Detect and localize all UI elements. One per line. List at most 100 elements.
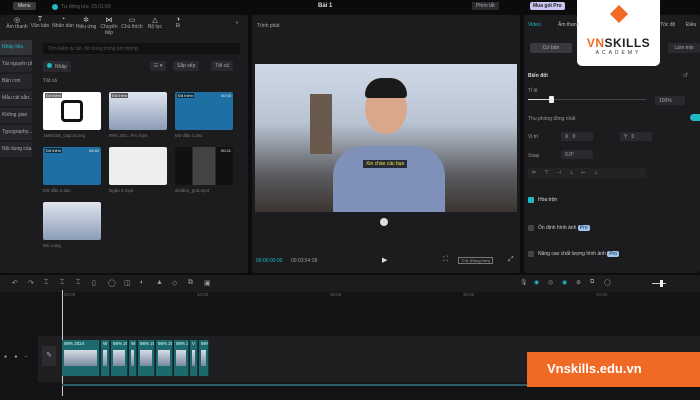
timeline-option-icon[interactable]: ◯ bbox=[604, 279, 611, 286]
video-clip[interactable]: 98% 2 bbox=[174, 340, 189, 376]
timeline-tool-icon[interactable]: ⌶ bbox=[44, 279, 48, 287]
subtab-smooth[interactable]: Làm mịn bbox=[668, 43, 700, 53]
toolbar-filter[interactable]: △ Bộ lọc bbox=[144, 16, 166, 30]
play-button[interactable]: ▶ bbox=[382, 256, 387, 264]
inspector-tab[interactable]: Âm thanh bbox=[558, 22, 579, 28]
timeline-tool-icon[interactable]: ⌶ bbox=[60, 279, 64, 287]
filter-button[interactable]: Tất cả bbox=[211, 61, 233, 71]
toolbar-text[interactable]: T Văn bản bbox=[29, 16, 51, 29]
sort-button[interactable]: Sắp xếp bbox=[173, 61, 200, 71]
toolbar-adjust[interactable]: ◑ Đi bbox=[167, 16, 189, 29]
position-y-input[interactable]: 0 bbox=[632, 134, 635, 140]
fullscreen-icon[interactable]: ⤢ bbox=[508, 256, 514, 264]
stabilize-checkbox[interactable] bbox=[528, 225, 534, 231]
media-item[interactable] bbox=[109, 147, 167, 185]
pro-button[interactable]: Mua gói Pro bbox=[530, 2, 565, 10]
toolbar-effects[interactable]: ✲ Hiệu ứng bbox=[75, 16, 97, 30]
blend-checkbox[interactable] bbox=[528, 197, 534, 203]
sidebar-item[interactable]: Mẫu cài sẵn... bbox=[0, 91, 32, 106]
timeline-tool-icon[interactable]: ◐ bbox=[140, 279, 144, 286]
timeline-option-icon[interactable]: ◎ bbox=[548, 279, 553, 286]
clip-label: 98% 202 bbox=[140, 341, 154, 346]
timeline-tool-icon[interactable]: ↷ bbox=[28, 279, 34, 287]
timeline-option-icon[interactable]: ◉ bbox=[534, 279, 539, 286]
scale-slider-handle[interactable] bbox=[549, 96, 554, 103]
align-buttons[interactable]: ⊫⊤⊣⊥⊢⊥ bbox=[528, 168, 646, 178]
timeline-tool-icon[interactable]: ⧉ bbox=[188, 279, 193, 287]
timeline-tool-icon[interactable]: ◫ bbox=[124, 279, 131, 287]
toolbar-label: Bộ lọc bbox=[148, 24, 162, 30]
toolbar-transition[interactable]: ⋈ Chuyển tiếp bbox=[98, 16, 120, 36]
timeline-tool-icon[interactable]: ◇ bbox=[172, 279, 177, 287]
video-clip[interactable]: 98% bbox=[199, 340, 209, 376]
added-tag: Đã thêm bbox=[177, 93, 195, 98]
toolbar-sticker[interactable]: ◔ Nhãn dán bbox=[52, 16, 74, 29]
media-item[interactable] bbox=[43, 202, 101, 240]
track-controls[interactable]: ● ● – bbox=[4, 354, 31, 360]
timeline-tool-icon[interactable]: ▯ bbox=[92, 279, 96, 287]
toolbar-caption[interactable]: ▭ Chú thích bbox=[121, 16, 143, 30]
enhance-label: Nâng cao chất lượng hình ảnh Pro bbox=[538, 251, 619, 257]
timeline-tool-icon[interactable]: ⌶ bbox=[76, 279, 80, 287]
sidebar-item[interactable]: Không gian bbox=[0, 108, 32, 123]
media-item[interactable]: 00:21 bbox=[175, 147, 233, 185]
playhead-handle[interactable] bbox=[380, 218, 388, 226]
rotate-input[interactable]: 0.0° bbox=[561, 150, 593, 159]
timeline-tool-icon[interactable]: ↶ bbox=[12, 279, 18, 287]
timeline-tool-icon[interactable]: ◯ bbox=[108, 279, 116, 287]
sidebar-item[interactable]: Nội dung của... bbox=[0, 142, 32, 157]
reset-icon[interactable]: ↺ bbox=[683, 72, 688, 79]
ratio-button[interactable]: Tỉ lệ (Rộng hơn) bbox=[458, 257, 494, 264]
video-clip[interactable]: V bbox=[190, 340, 198, 376]
media-search-input[interactable]: Tìm kiếm tư ản, đồ trong trong âm thông bbox=[43, 43, 240, 54]
position-x-input[interactable]: 0 bbox=[573, 134, 576, 140]
timeline-option-icon[interactable]: 🎙 bbox=[520, 279, 528, 286]
clip-thumbnail bbox=[192, 350, 195, 366]
cover-edit-icon[interactable]: ✎ bbox=[42, 346, 56, 366]
zoom-slider-handle[interactable] bbox=[660, 280, 663, 287]
import-button[interactable]: Nhập bbox=[43, 61, 71, 72]
scale-input[interactable]: 100% bbox=[655, 96, 685, 105]
video-clip[interactable]: 98% 2024 bbox=[156, 340, 173, 376]
media-item[interactable]: Đã thêm bbox=[109, 92, 167, 130]
rotate-label: Xoay bbox=[528, 153, 540, 159]
video-clip[interactable]: 98% 202 bbox=[138, 340, 155, 376]
sidebar-item[interactable]: Typography... bbox=[0, 125, 32, 140]
sidebar-item[interactable]: Bản con bbox=[0, 74, 32, 89]
toolbar-label: Văn bản bbox=[30, 23, 50, 29]
video-clip[interactable]: 98% 2024 bbox=[62, 340, 100, 376]
duration: 00:40 bbox=[88, 148, 99, 153]
menu-button[interactable]: Menu bbox=[13, 2, 36, 10]
video-clip[interactable]: 98% 2024 bbox=[111, 340, 128, 376]
timeline-tool-icon[interactable]: ▲ bbox=[156, 279, 163, 286]
toolbar-label: Chuyển tiếp bbox=[100, 24, 118, 36]
more-tools-icon[interactable]: » bbox=[232, 20, 242, 26]
inspector-tab[interactable]: Điều bbox=[686, 22, 696, 28]
timeline-option-icon[interactable]: ⊕ bbox=[576, 279, 581, 286]
shortcuts-button[interactable]: Phím tắt bbox=[472, 2, 499, 10]
timeline-tool-icon[interactable]: ▣ bbox=[204, 279, 211, 287]
enhance-checkbox[interactable] bbox=[528, 251, 534, 257]
toolbar-audio[interactable]: ◎ Âm thanh bbox=[6, 16, 28, 30]
subtab-basic[interactable]: Cơ bản bbox=[530, 43, 572, 53]
sidebar-item[interactable]: Tài nguyên phương... bbox=[0, 57, 32, 72]
media-item[interactable]: Đã thêm 00:03 bbox=[175, 92, 233, 130]
zoom-slider[interactable] bbox=[652, 283, 666, 284]
inspector-tab[interactable]: Tốc độ bbox=[660, 22, 675, 28]
fit-icon[interactable]: ⛶ bbox=[443, 256, 448, 264]
section-title: Tất cả bbox=[43, 78, 57, 84]
total-time: 00:03:54:28 bbox=[291, 258, 318, 264]
media-item[interactable]: Đã thêm bbox=[43, 92, 101, 130]
timeline-option-icon[interactable]: ◉ bbox=[562, 279, 567, 286]
scale-slider[interactable] bbox=[528, 99, 646, 100]
inspector-tab[interactable]: Video bbox=[528, 22, 541, 28]
timeline-option-icon[interactable]: ⧉ bbox=[590, 279, 594, 286]
sidebar-item[interactable]: Nhập liệu bbox=[0, 40, 32, 55]
media-item[interactable]: Đã thêm 00:40 bbox=[43, 147, 101, 185]
uniform-scale-toggle[interactable] bbox=[690, 114, 700, 121]
video-clip[interactable]: W bbox=[101, 340, 110, 376]
view-toggle[interactable]: ☷ ▾ bbox=[150, 61, 167, 71]
clip-thumbnail bbox=[201, 350, 206, 366]
video-clip[interactable]: W bbox=[129, 340, 137, 376]
video-preview[interactable]: Xin chào các bạn bbox=[255, 64, 517, 212]
